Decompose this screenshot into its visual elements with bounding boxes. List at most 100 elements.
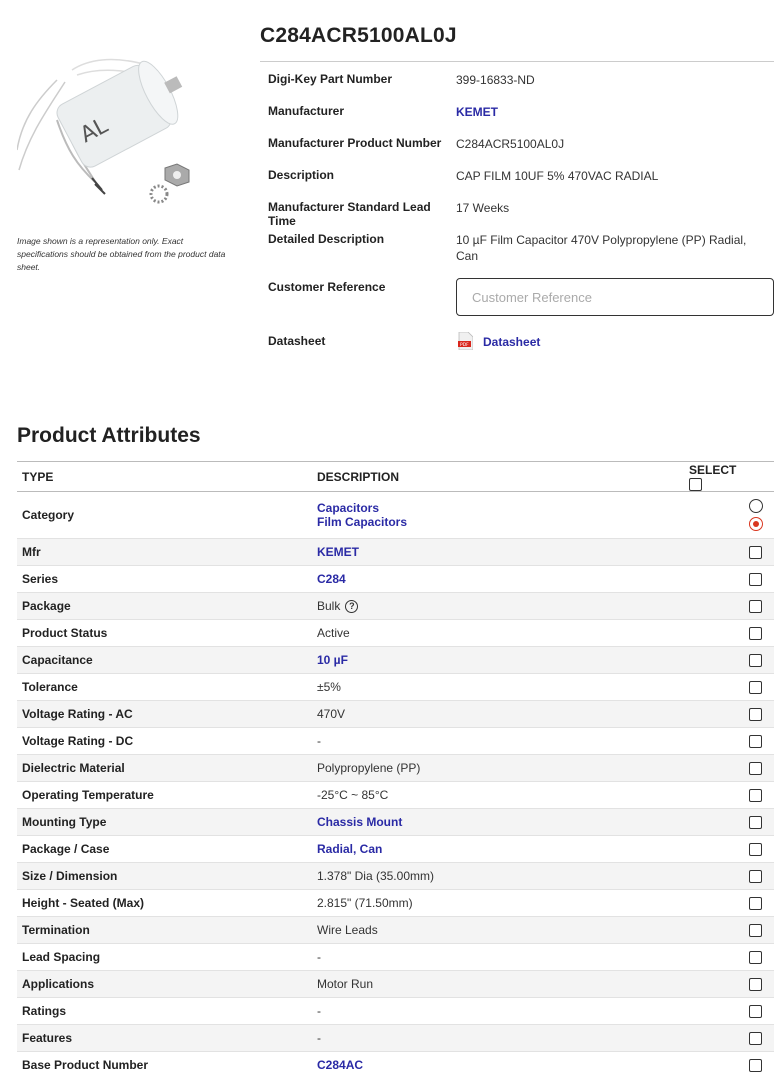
attr-type-package: Package [17, 592, 312, 621]
attr-link-series[interactable]: C284 [317, 572, 346, 586]
table-row: Base Product Number C284AC [17, 1051, 774, 1073]
attr-value-package: Bulk? [312, 592, 684, 621]
category-link-capacitors[interactable]: Capacitors [317, 501, 684, 515]
select-checkbox-size-dimension[interactable] [749, 870, 762, 884]
select-checkbox-dielectric-material[interactable] [749, 762, 762, 776]
attr-select-tolerance [684, 673, 774, 702]
attr-link-mounting-type[interactable]: Chassis Mount [317, 815, 402, 829]
attr-select-lead-spacing [684, 943, 774, 972]
select-checkbox-voltage-rating-dc[interactable] [749, 735, 762, 749]
customer-reference-input[interactable] [456, 278, 774, 316]
table-row: Mounting Type Chassis Mount [17, 808, 774, 837]
attr-value-termination: Wire Leads [312, 916, 684, 945]
attr-link-mfr[interactable]: KEMET [317, 545, 359, 559]
select-checkbox-features[interactable] [749, 1032, 762, 1046]
attr-type-mfr: Mfr [17, 538, 312, 567]
svg-text:PDF: PDF [460, 342, 469, 348]
table-row: Dielectric Material Polypropylene (PP) [17, 754, 774, 783]
info-label: Manufacturer Product Number [268, 136, 442, 150]
info-label: Manufacturer [268, 104, 345, 118]
attr-text-termination: Wire Leads [317, 923, 378, 938]
table-row: Lead Spacing - [17, 943, 774, 972]
select-checkbox-tolerance[interactable] [749, 681, 762, 695]
attr-type-height-seated-max: Height - Seated (Max) [17, 889, 312, 918]
category-radio-capacitors[interactable] [749, 499, 763, 514]
select-all-checkbox[interactable] [689, 478, 702, 492]
attr-text-operating-temperature: -25°C ~ 85°C [317, 788, 389, 803]
select-checkbox-ratings[interactable] [749, 1005, 762, 1019]
attr-link-base-product-number[interactable]: C284AC [317, 1058, 363, 1072]
attr-select [684, 491, 774, 540]
table-row: Product Status Active [17, 619, 774, 648]
attr-value-voltage-rating-dc: - [312, 727, 684, 756]
datasheet-link[interactable]: Datasheet [483, 334, 540, 350]
attr-value-mfr: KEMET [312, 538, 684, 567]
help-circle-icon[interactable]: ? [345, 600, 359, 614]
table-row: Capacitance 10 µF [17, 646, 774, 675]
attr-value: Capacitors Film Capacitors [312, 491, 684, 540]
attr-value-product-status: Active [312, 619, 684, 648]
attributes-table: TYPE DESCRIPTION SELECT Category Capacit… [17, 460, 774, 1073]
attr-value-lead-spacing: - [312, 943, 684, 972]
select-checkbox-series[interactable] [749, 573, 762, 587]
attr-select-product-status [684, 619, 774, 648]
select-checkbox-product-status[interactable] [749, 627, 762, 641]
attr-link-package-case[interactable]: Radial, Can [317, 842, 382, 856]
select-checkbox-height-seated-max[interactable] [749, 897, 762, 911]
pdf-icon[interactable]: PDF [458, 332, 473, 350]
category-link-film-capacitors[interactable]: Film Capacitors [317, 515, 684, 529]
attr-type-ratings: Ratings [17, 997, 312, 1026]
digikey-part-number: 399-16833-ND [456, 73, 535, 87]
select-checkbox-capacitance[interactable] [749, 654, 762, 668]
title-divider [260, 61, 774, 62]
attr-type-tolerance: Tolerance [17, 673, 312, 702]
select-checkbox-applications[interactable] [749, 978, 762, 992]
select-label: SELECT [689, 462, 737, 477]
table-row: Features - [17, 1024, 774, 1053]
table-row: Applications Motor Run [17, 970, 774, 999]
manufacturer-link[interactable]: KEMET [456, 104, 756, 120]
select-checkbox-operating-temperature[interactable] [749, 789, 762, 803]
attr-type-applications: Applications [17, 970, 312, 999]
select-checkbox-mfr[interactable] [749, 546, 762, 560]
attr-text-lead-spacing: - [317, 950, 321, 965]
attr-type-features: Features [17, 1024, 312, 1053]
select-checkbox-termination[interactable] [749, 924, 762, 938]
attr-type-base-product-number: Base Product Number [17, 1051, 312, 1073]
select-checkbox-voltage-rating-ac[interactable] [749, 708, 762, 722]
attr-select-height-seated-max [684, 889, 774, 918]
product-image: AL [17, 58, 190, 204]
attr-text-package: Bulk [317, 598, 341, 613]
info-label: Datasheet [268, 334, 326, 348]
info-label: Digi-Key Part Number [268, 72, 393, 86]
leadtime-value: 17 Weeks [456, 201, 510, 215]
attr-select-termination [684, 916, 774, 945]
select-checkbox-mounting-type[interactable] [749, 816, 762, 830]
select-checkbox-lead-spacing[interactable] [749, 951, 762, 965]
attr-text-dielectric-material: Polypropylene (PP) [317, 761, 421, 776]
attr-value-dielectric-material: Polypropylene (PP) [312, 754, 684, 783]
attr-value-voltage-rating-ac: 470V [312, 700, 684, 729]
attr-select-voltage-rating-dc [684, 727, 774, 756]
table-row: Termination Wire Leads [17, 916, 774, 945]
category-radio-film-capacitors[interactable] [749, 517, 763, 532]
select-checkbox-package[interactable] [749, 600, 762, 614]
attr-select-mounting-type [684, 808, 774, 837]
attr-text-height-seated-max: 2.815" (71.50mm) [317, 896, 413, 911]
attr-link-capacitance[interactable]: 10 µF [317, 653, 348, 667]
attr-text-voltage-rating-ac: 470V [317, 707, 346, 722]
select-checkbox-base-product-number[interactable] [749, 1059, 762, 1073]
attr-select-series [684, 565, 774, 594]
table-row: Mfr KEMET [17, 538, 774, 567]
attr-value-height-seated-max: 2.815" (71.50mm) [312, 889, 684, 918]
description-value: CAP FILM 10UF 5% 470VAC RADIAL [456, 169, 659, 183]
select-checkbox-package-case[interactable] [749, 843, 762, 857]
table-row: Tolerance ±5% [17, 673, 774, 702]
table-header-row: TYPE DESCRIPTION SELECT [17, 460, 774, 493]
table-row-category: Category Capacitors Film Capacitors [17, 491, 774, 540]
attr-type-lead-spacing: Lead Spacing [17, 943, 312, 972]
attr-type-size-dimension: Size / Dimension [17, 862, 312, 891]
attr-text-size-dimension: 1.378" Dia (35.00mm) [317, 869, 434, 884]
table-row: Operating Temperature -25°C ~ 85°C [17, 781, 774, 810]
attr-value-series: C284 [312, 565, 684, 594]
